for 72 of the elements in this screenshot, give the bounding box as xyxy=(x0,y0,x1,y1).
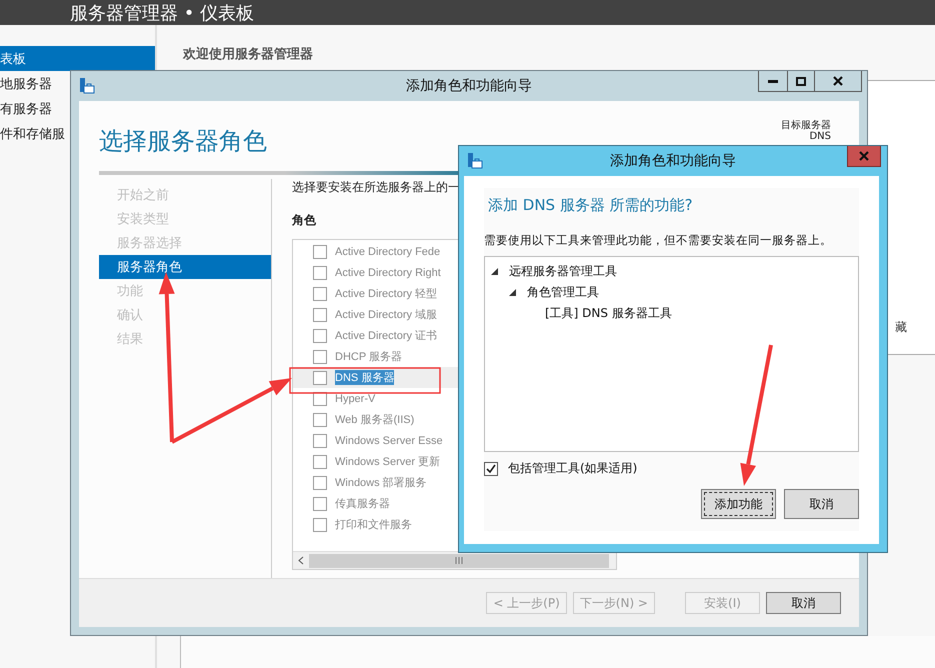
wizard-step[interactable]: 安装类型 xyxy=(99,207,271,231)
role-checkbox[interactable] xyxy=(313,496,327,510)
window-title: 添加角色和功能向导 xyxy=(405,77,533,95)
expand-triangle-icon[interactable] xyxy=(509,289,516,296)
server-icon xyxy=(467,153,483,169)
role-name: Web 服务器(IIS) xyxy=(335,413,414,427)
welcome-heading: 欢迎使用服务器管理器 xyxy=(183,46,314,63)
role-name: Windows Server 更新 xyxy=(335,454,440,469)
role-checkbox[interactable] xyxy=(313,350,327,364)
tree-item[interactable]: 角色管理工具 xyxy=(527,284,599,301)
role-checkbox[interactable] xyxy=(313,434,327,448)
wizard-step[interactable]: 服务器选择 xyxy=(99,231,271,255)
app-title: 服务器管理器 • 仪表板 xyxy=(70,2,254,24)
role-checkbox[interactable] xyxy=(313,244,327,258)
hide-link[interactable]: 藏 xyxy=(895,319,907,336)
dialog-title: 添加角色和功能向导 xyxy=(609,152,737,170)
role-checkbox[interactable] xyxy=(313,286,327,300)
role-name: Windows 部署服务 xyxy=(335,476,427,490)
nav-item[interactable]: 表板 xyxy=(0,46,155,71)
tree-item[interactable]: 远程服务器管理工具 xyxy=(509,263,617,280)
role-checkbox[interactable] xyxy=(313,454,327,468)
wizard-step[interactable]: 开始之前 xyxy=(99,183,271,207)
include-tools-label: 包括管理工具(如果适用) xyxy=(508,460,638,477)
footer-button[interactable]: 取消 xyxy=(766,592,841,614)
role-checkbox[interactable] xyxy=(313,370,327,384)
role-row[interactable]: DHCP 服务器 xyxy=(293,346,616,367)
dialog-button[interactable]: 取消 xyxy=(784,489,859,519)
role-name: Active Directory Fede xyxy=(335,246,440,258)
wizard-step[interactable]: 服务器角色 xyxy=(99,255,271,279)
role-name: 打印和文件服务 xyxy=(335,518,412,532)
role-name: 传真服务器 xyxy=(335,497,390,511)
destination-server: DNS xyxy=(809,131,831,142)
close-icon xyxy=(833,76,843,86)
destination-label: 目标服务器 xyxy=(781,120,831,131)
roles-label: 角色 xyxy=(292,212,317,229)
wizard-step[interactable]: 结果 xyxy=(99,327,271,351)
role-row[interactable]: 传真服务器 xyxy=(293,493,616,514)
wizard-step[interactable]: 功能 xyxy=(99,279,271,303)
role-name: Active Directory 域服 xyxy=(335,308,438,322)
role-checkbox[interactable] xyxy=(313,476,327,490)
close-icon xyxy=(859,151,869,161)
role-row[interactable]: Hyper-V xyxy=(293,388,616,409)
role-row[interactable]: Active Directory 证书 xyxy=(293,325,616,346)
role-checkbox[interactable] xyxy=(313,518,327,532)
role-name: DHCP 服务器 xyxy=(335,350,402,364)
chevron-left-icon xyxy=(298,556,304,565)
dialog-question: 添加 DNS 服务器 所需的功能? xyxy=(487,195,694,216)
role-row[interactable]: 打印和文件服务 xyxy=(293,514,616,535)
tree-item[interactable]: [工具] DNS 服务器工具 xyxy=(545,305,672,322)
role-name: Windows Server Esse xyxy=(335,434,443,446)
role-checkbox[interactable] xyxy=(313,328,327,342)
dialog-button[interactable]: 添加功能 xyxy=(701,489,776,519)
include-tools-checkbox[interactable] xyxy=(484,462,498,476)
dialog-description: 需要使用以下工具来管理此功能，但不需要安装在同一服务器上。 xyxy=(484,233,833,248)
grip-icon xyxy=(455,557,463,564)
role-name: Active Directory 轻型 xyxy=(335,287,438,301)
scrollbar-thumb[interactable] xyxy=(309,554,609,568)
role-name: DNS 服务器 xyxy=(335,370,394,385)
maximize-icon xyxy=(796,76,806,86)
wizard-step[interactable]: 确认 xyxy=(99,303,271,327)
expand-triangle-icon[interactable] xyxy=(491,268,498,275)
role-name: Hyper-V xyxy=(335,392,376,404)
role-checkbox[interactable] xyxy=(313,266,327,280)
minimize-icon xyxy=(768,80,778,82)
role-checkbox[interactable] xyxy=(313,308,327,322)
role-checkbox[interactable] xyxy=(313,412,327,426)
role-name: Active Directory 证书 xyxy=(335,329,438,343)
role-name: Active Directory Right xyxy=(335,266,441,278)
role-row[interactable]: Windows Server Esse xyxy=(293,430,616,451)
role-row[interactable]: Web 服务器(IIS) xyxy=(293,409,616,430)
server-icon xyxy=(79,78,95,94)
page-heading: 选择服务器角色 xyxy=(99,126,267,157)
